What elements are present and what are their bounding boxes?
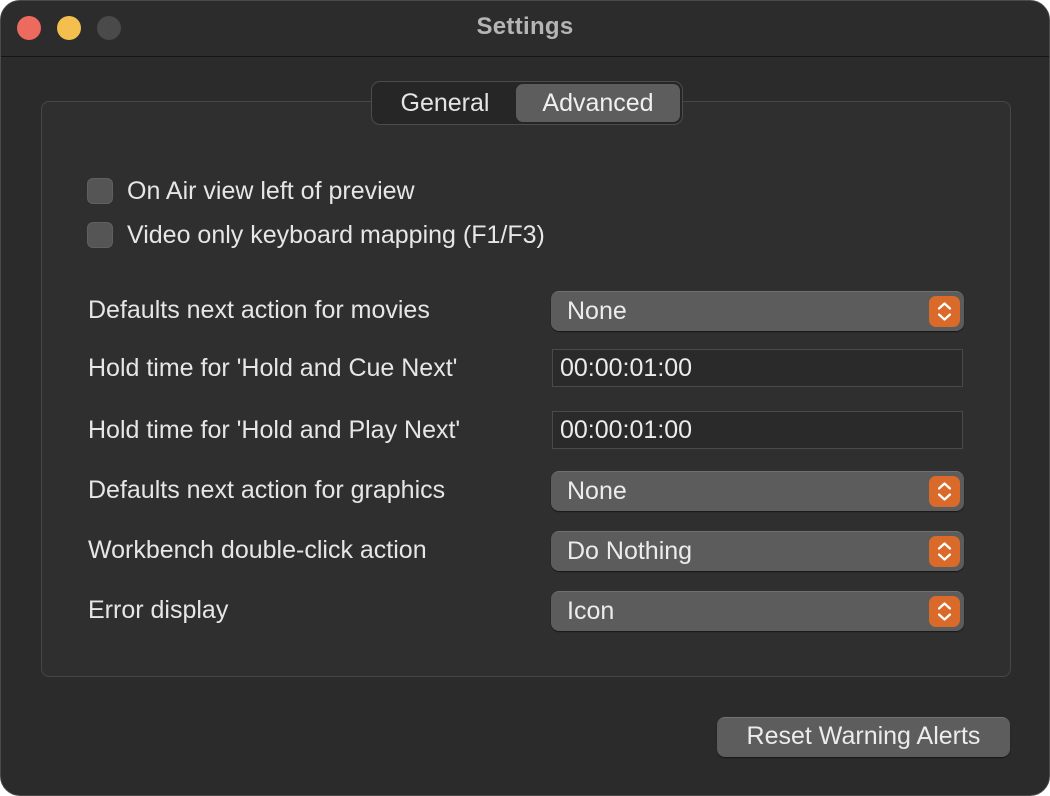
movies-next-action-label: Defaults next action for movies bbox=[88, 296, 430, 324]
on-air-view-left-row[interactable]: On Air view left of preview bbox=[87, 176, 415, 206]
graphics-next-action-label: Defaults next action for graphics bbox=[88, 476, 446, 504]
window-title: Settings bbox=[476, 13, 574, 40]
video-keyboard-mapping-row[interactable]: Video only keyboard mapping (F1/F3) bbox=[87, 220, 545, 250]
graphics-next-action-popup[interactable]: None bbox=[551, 471, 964, 511]
video-keyboard-mapping-checkbox[interactable] bbox=[87, 222, 113, 248]
error-display-value: Icon bbox=[567, 597, 615, 625]
hold-play-next-value: 00:00:01:00 bbox=[560, 416, 693, 444]
error-display-label: Error display bbox=[88, 596, 229, 624]
movies-next-action-value: None bbox=[567, 297, 627, 325]
workbench-double-click-popup[interactable]: Do Nothing bbox=[551, 531, 964, 571]
settings-window: Settings General Advanced On Air view le… bbox=[0, 0, 1050, 796]
video-keyboard-mapping-label: Video only keyboard mapping (F1/F3) bbox=[127, 220, 545, 249]
up-down-chevron-icon bbox=[929, 296, 960, 327]
movies-next-action-popup[interactable]: None bbox=[551, 291, 964, 331]
title-bar[interactable]: Settings bbox=[1, 1, 1049, 57]
up-down-chevron-icon bbox=[929, 596, 960, 627]
workbench-double-click-label: Workbench double-click action bbox=[88, 536, 427, 564]
workbench-double-click-value: Do Nothing bbox=[567, 537, 693, 565]
hold-cue-next-label: Hold time for 'Hold and Cue Next' bbox=[88, 354, 458, 382]
graphics-next-action-value: None bbox=[567, 477, 627, 505]
on-air-view-left-checkbox[interactable] bbox=[87, 178, 113, 204]
tab-general[interactable]: General bbox=[374, 84, 516, 122]
hold-cue-next-field[interactable]: 00:00:01:00 bbox=[552, 349, 963, 387]
tab-advanced[interactable]: Advanced bbox=[516, 84, 680, 122]
settings-tab-bar: General Advanced bbox=[371, 81, 683, 125]
up-down-chevron-icon bbox=[929, 536, 960, 567]
on-air-view-left-label: On Air view left of preview bbox=[127, 176, 415, 205]
hold-play-next-label: Hold time for 'Hold and Play Next' bbox=[88, 416, 461, 444]
hold-play-next-field[interactable]: 00:00:01:00 bbox=[552, 411, 963, 449]
reset-warning-alerts-button[interactable]: Reset Warning Alerts bbox=[717, 717, 1010, 757]
error-display-popup[interactable]: Icon bbox=[551, 591, 964, 631]
up-down-chevron-icon bbox=[929, 476, 960, 507]
hold-cue-next-value: 00:00:01:00 bbox=[560, 354, 693, 382]
